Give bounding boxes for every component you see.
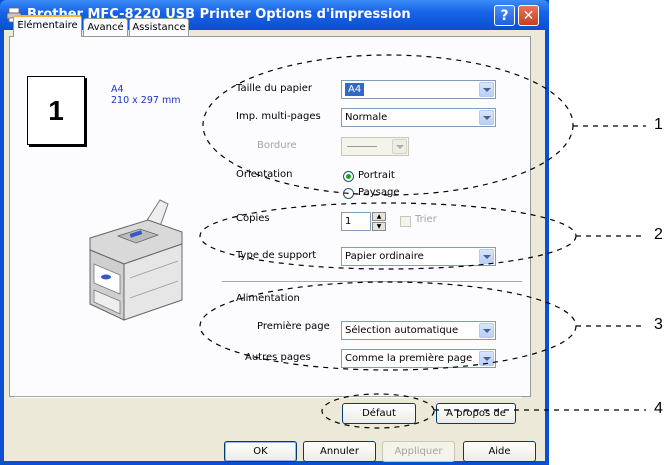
chevron-down-icon[interactable] [479, 323, 494, 338]
default-button[interactable]: Défaut [342, 403, 416, 424]
copies-spinner[interactable]: ▲ ▼ [372, 212, 386, 231]
spin-down-icon[interactable]: ▼ [372, 222, 386, 231]
apply-button[interactable]: Appliquer [382, 441, 455, 462]
paper-source-label: Alimentation [236, 293, 300, 304]
portrait-radio[interactable] [343, 171, 354, 182]
multi-page-value: Normale [345, 112, 388, 123]
border-line-preview [347, 145, 377, 147]
tab-avance[interactable]: Avancé [83, 18, 128, 36]
collate-label: Trier [415, 214, 437, 225]
callout-number-4: 4 [654, 400, 663, 417]
border-select[interactable] [341, 137, 409, 156]
tab-elementaire[interactable]: Elémentaire [13, 15, 82, 37]
border-label: Bordure [257, 140, 297, 151]
help-button[interactable]: Aide [463, 441, 536, 462]
orientation-label: Orientation [236, 169, 293, 180]
media-type-label: Type de support [236, 250, 317, 261]
portrait-label[interactable]: Portrait [358, 170, 395, 181]
media-type-select[interactable]: Papier ordinaire [341, 247, 496, 266]
close-button[interactable]: ✕ [518, 5, 539, 26]
other-pages-label: Autres pages [245, 352, 311, 363]
page-preview: 1 [27, 76, 85, 145]
chevron-down-icon[interactable] [479, 110, 494, 125]
tab-assistance[interactable]: Assistance [129, 18, 189, 36]
help-title-button[interactable]: ? [494, 5, 515, 26]
paper-size-value: A4 [345, 83, 365, 96]
copies-label: Copies [236, 213, 270, 224]
other-pages-select[interactable]: Comme la première page [341, 349, 496, 368]
callout-number-2: 2 [654, 226, 663, 243]
about-button[interactable]: A propos de [436, 403, 516, 424]
collate-checkbox[interactable] [400, 216, 411, 227]
printer-illustration [89, 199, 183, 321]
panel-bottom-divider [14, 396, 522, 398]
other-pages-value: Comme la première page [345, 353, 473, 364]
cancel-button[interactable]: Annuler [303, 441, 376, 462]
ok-button[interactable]: OK [224, 441, 297, 462]
paper-name: A4 [111, 84, 124, 95]
spin-up-icon[interactable]: ▲ [372, 212, 386, 221]
chevron-down-icon[interactable] [479, 82, 494, 97]
copies-input[interactable]: 1 [341, 212, 371, 231]
section-divider [222, 281, 522, 283]
first-page-label: Première page [257, 321, 330, 332]
callout-number-1: 1 [654, 116, 663, 133]
paper-size-select[interactable]: A4 [341, 80, 496, 99]
landscape-radio[interactable] [343, 188, 354, 199]
media-type-value: Papier ordinaire [345, 251, 424, 262]
paper-info: A4 210 x 297 mm [111, 84, 180, 106]
first-page-value: Sélection automatique [345, 325, 459, 336]
multi-page-label: Imp. multi-pages [236, 111, 321, 122]
callout-number-3: 3 [654, 316, 663, 333]
first-page-select[interactable]: Sélection automatique [341, 321, 496, 340]
chevron-down-icon[interactable] [392, 139, 407, 154]
landscape-label[interactable]: Paysage [358, 187, 399, 198]
chevron-down-icon[interactable] [479, 351, 494, 366]
chevron-down-icon[interactable] [479, 249, 494, 264]
paper-dimensions: 210 x 297 mm [111, 95, 181, 106]
multi-page-select[interactable]: Normale [341, 108, 496, 127]
paper-size-label: Taille du papier [236, 83, 312, 94]
